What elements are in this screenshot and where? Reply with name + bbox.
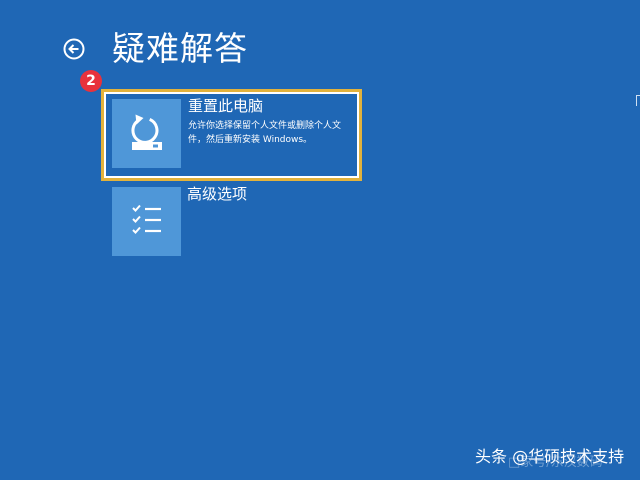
reset-pc-description: 允许你选择保留个人文件或删除个人文件，然后重新安装 Windows。 [188,121,342,145]
source-watermark: 头条 @华硕技术支持 [475,447,625,466]
edge-fragment [636,95,640,106]
advanced-options-tile [112,187,181,256]
reset-pc-option[interactable]: 重置此电脑 允许你选择保留个人文件或删除个人文件，然后重新安装 Windows。 [101,89,362,181]
advanced-options-option[interactable]: 高级选项 [112,185,352,257]
back-button[interactable] [63,38,85,60]
reset-pc-title: 重置此电脑 [188,97,264,115]
arrow-left-circle-icon [63,38,85,60]
reset-pc-tile [112,99,181,168]
page-title: 疑难解答 [112,29,248,68]
step-number-badge: 2 [80,70,102,92]
advanced-options-title: 高级选项 [187,185,248,203]
reset-pc-icon [131,114,162,150]
checklist-icon [132,204,161,234]
